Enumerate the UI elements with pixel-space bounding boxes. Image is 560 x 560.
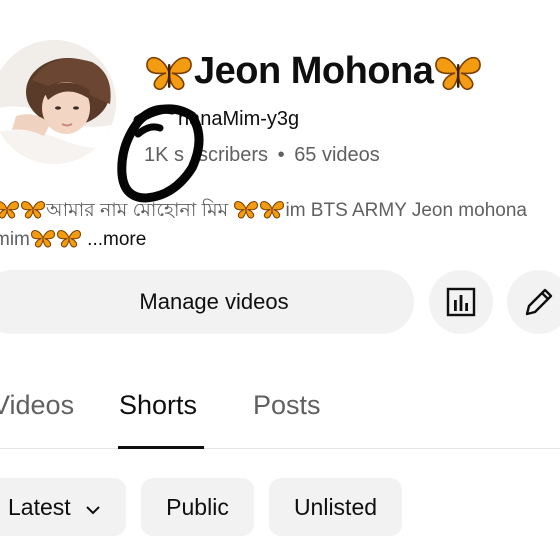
channel-handle: hanaMim-y3g bbox=[178, 108, 300, 130]
butterfly-icon bbox=[146, 56, 192, 90]
sort-label: Latest bbox=[8, 493, 71, 520]
stats-separator: • bbox=[277, 144, 285, 166]
butterfly-icon bbox=[56, 230, 81, 248]
butterfly-icon bbox=[234, 201, 259, 219]
edit-channel-button[interactable] bbox=[507, 270, 560, 334]
butterfly-icon bbox=[30, 230, 55, 248]
tab-shorts[interactable]: Shorts bbox=[119, 390, 197, 421]
butterfly-icon bbox=[260, 201, 285, 219]
manage-videos-button[interactable]: Manage videos bbox=[0, 270, 414, 334]
butterfly-icon bbox=[21, 201, 45, 219]
subscriber-count: 1K s bbox=[144, 144, 185, 166]
analytics-icon bbox=[446, 287, 476, 317]
butterfly-icon bbox=[435, 56, 482, 90]
tab-posts[interactable]: Posts bbox=[253, 390, 321, 421]
sort-dropdown[interactable]: Latest bbox=[0, 478, 126, 536]
tab-videos[interactable]: Videos bbox=[0, 390, 74, 421]
analytics-button[interactable] bbox=[429, 270, 493, 334]
channel-stats: 1K s scribers • 65 videos bbox=[144, 144, 380, 166]
chip-public[interactable]: Public bbox=[141, 478, 254, 536]
pencil-icon bbox=[525, 288, 553, 316]
more-link[interactable]: ...more bbox=[87, 229, 146, 250]
butterfly-icon bbox=[0, 201, 19, 219]
chevron-down-icon bbox=[85, 494, 101, 521]
avatar-photo bbox=[0, 40, 116, 164]
video-count: 65 videos bbox=[294, 144, 380, 166]
chip-unlisted[interactable]: Unlisted bbox=[269, 478, 402, 536]
channel-description[interactable]: আমার নাম মোহোনা মিম im BTS ARMY Jeon moh… bbox=[0, 196, 560, 254]
channel-title: Jeon Mohona bbox=[144, 50, 483, 93]
tabs-divider bbox=[0, 448, 560, 449]
description-line-2: mim ...more bbox=[0, 229, 147, 250]
active-tab-indicator bbox=[118, 446, 204, 449]
channel-page: Jeon Mohona hanaMim-y3g 1K s scribers • 6… bbox=[0, 0, 560, 560]
channel-avatar[interactable] bbox=[0, 40, 116, 164]
channel-name-text: Jeon Mohona bbox=[194, 50, 434, 92]
description-line-1: আমার নাম মোহোনা মিম im BTS ARMY Jeon moh… bbox=[0, 196, 560, 225]
